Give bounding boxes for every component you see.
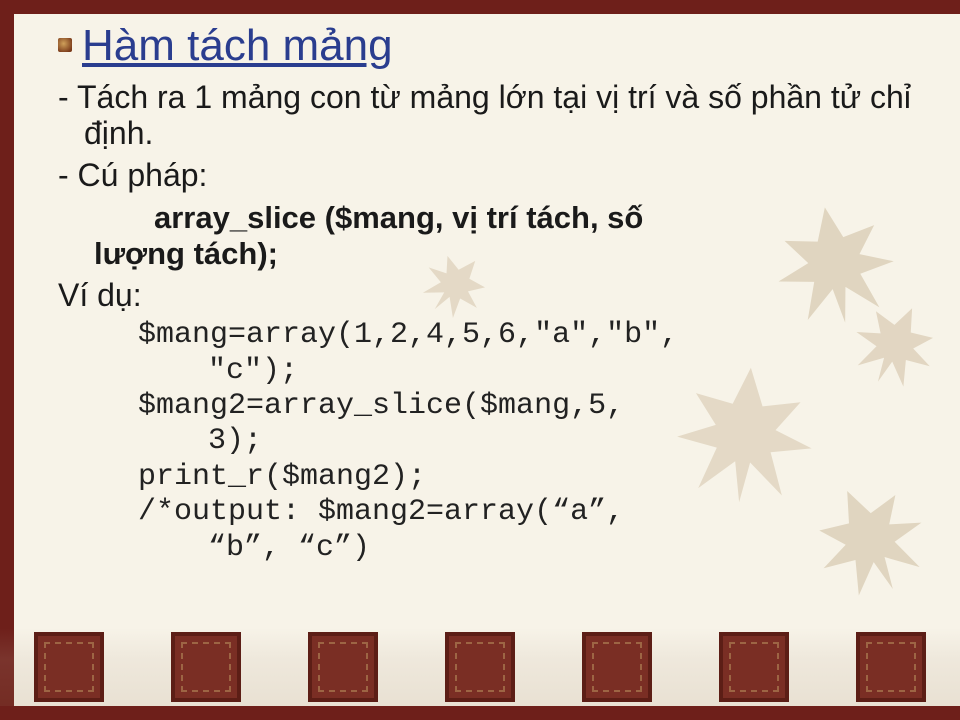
slide: Hàm tách mảng Tách ra 1 mảng con từ mảng… [0,0,960,720]
ornament-tile [308,632,378,702]
code-line: $mang=array(1,2,4,5,6,"a","b", [138,318,930,353]
border-top [0,0,960,14]
ornament-tile [171,632,241,702]
syntax-line-1: array_slice ($mang, vị trí tách, số [94,200,930,236]
example-label: Ví dụ: [58,277,930,314]
bullet-icon [58,38,72,52]
title-row: Hàm tách mảng [58,22,930,70]
slide-content: Hàm tách mảng Tách ra 1 mảng con từ mảng… [58,22,930,620]
ornament-tile [34,632,104,702]
code-line: /*output: $mang2=array(“a”, [138,495,930,530]
code-line: "c"); [138,354,930,389]
code-block: $mang=array(1,2,4,5,6,"a","b", "c"); $ma… [138,318,930,566]
ornament-row [0,628,960,706]
syntax-line-2: lượng tách); [94,236,930,272]
code-line: 3); [138,424,930,459]
syntax-label: Cú pháp: [58,158,930,194]
code-line: print_r($mang2); [138,460,930,495]
ornament-tile [582,632,652,702]
ornament-tile [856,632,926,702]
code-line: $mang2=array_slice($mang,5, [138,389,930,424]
syntax-block: array_slice ($mang, vị trí tách, số lượn… [94,200,930,271]
border-bottom [0,706,960,720]
border-left [0,0,14,720]
slide-title: Hàm tách mảng [82,22,393,70]
ornament-tile [719,632,789,702]
description-1: Tách ra 1 mảng con từ mảng lớn tại vị tr… [58,80,930,152]
code-line: “b”, “c”) [138,531,930,566]
ornament-tile [445,632,515,702]
